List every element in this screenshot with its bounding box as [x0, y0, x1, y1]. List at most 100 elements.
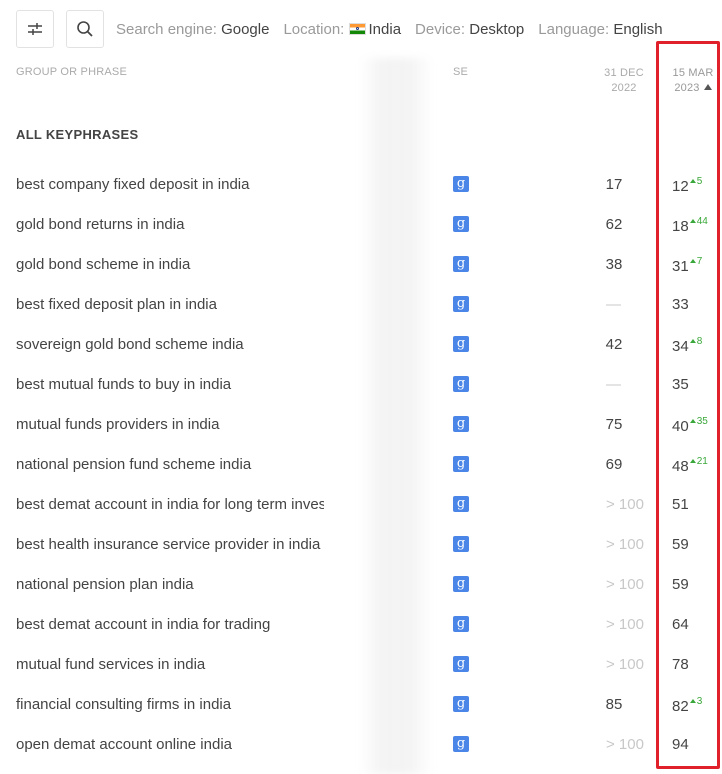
- google-g-icon: g: [453, 296, 469, 312]
- rank-date2: 94: [672, 736, 689, 753]
- device-value: Desktop: [469, 20, 525, 38]
- rank-date1: 85: [605, 696, 623, 713]
- language-filter[interactable]: Language: English: [538, 21, 662, 38]
- location-filter[interactable]: Location: India: [283, 21, 401, 38]
- rank-date2-cell: 59: [672, 536, 689, 553]
- keyphrase-text[interactable]: national pension fund scheme india: [16, 456, 324, 473]
- rank-date1: 62: [605, 216, 623, 233]
- rank-date2: 59: [672, 536, 689, 553]
- table-row[interactable]: gold bond returns in india g 62 18 44: [0, 204, 722, 244]
- date1-year: 2022: [611, 82, 637, 94]
- rank-date2-cell: 82 3: [672, 696, 702, 715]
- filters-button[interactable]: [16, 10, 54, 48]
- up-arrow-icon: [689, 699, 696, 703]
- rank-date2: 59: [672, 576, 689, 593]
- rank-change: 5: [689, 176, 703, 187]
- device-filter[interactable]: Device: Desktop: [415, 21, 524, 38]
- rank-date2-cell: 33: [672, 296, 689, 313]
- table-row[interactable]: gold bond scheme in india g 38 31 7: [0, 244, 722, 284]
- keyphrase-text[interactable]: best mutual funds to buy in india: [16, 376, 324, 393]
- up-arrow-icon: [689, 459, 696, 463]
- table-row[interactable]: best demat account in india for trading g…: [0, 604, 722, 644]
- column-header-date2[interactable]: 15 MAR 2023: [666, 66, 720, 96]
- keyphrase-text[interactable]: sovereign gold bond scheme india: [16, 336, 324, 353]
- keyphrase-text[interactable]: gold bond scheme in india: [16, 256, 324, 273]
- rank-date1: 69: [605, 456, 623, 473]
- table-row[interactable]: best health insurance service provider i…: [0, 524, 722, 564]
- google-g-icon: g: [453, 696, 469, 712]
- rank-change-value: 35: [696, 416, 708, 427]
- table-row[interactable]: financial consulting firms in india g 85 82…: [0, 684, 722, 724]
- search-engine-filter[interactable]: Search engine: Google: [116, 21, 269, 38]
- table-row[interactable]: best company fixed deposit in india g 17 12…: [0, 164, 722, 204]
- google-g-icon: g: [453, 656, 469, 672]
- rank-change-value: 5: [696, 176, 703, 187]
- india-flag-icon: [348, 22, 366, 35]
- keyphrase-text[interactable]: national pension plan india: [16, 576, 324, 593]
- keyphrase-text[interactable]: best demat account in india for long ter…: [16, 496, 324, 513]
- rank-change-value: 21: [696, 456, 708, 467]
- rank-date2-cell: 78: [672, 656, 689, 673]
- rank-date2-cell: 64: [672, 616, 689, 633]
- date1-day: 31 DEC: [604, 67, 644, 79]
- rank-change: 35: [689, 416, 708, 427]
- search-engine-label: Search engine:: [116, 20, 217, 38]
- rank-date2: 35: [672, 376, 689, 393]
- rank-date2: 48: [672, 458, 689, 475]
- google-g-icon: g: [453, 496, 469, 512]
- rank-date2-cell: 40 35: [672, 416, 708, 435]
- rank-date2-cell: 12 5: [672, 176, 702, 195]
- sliders-icon: [28, 23, 42, 35]
- rank-date1: > 100: [606, 616, 644, 633]
- group-label: ALL KEYPHRASES: [16, 127, 139, 142]
- keyphrase-text[interactable]: best health insurance service provider i…: [16, 536, 324, 553]
- table-row[interactable]: open demat account online india g > 100 94: [0, 724, 722, 764]
- rank-change-value: 44: [696, 216, 708, 227]
- table-row[interactable]: mutual funds providers in india g 75 40 35: [0, 404, 722, 444]
- rank-date2: 78: [672, 656, 689, 673]
- date2-year: 2023: [674, 82, 700, 94]
- keyphrase-text[interactable]: financial consulting firms in india: [16, 696, 324, 713]
- google-g-icon: g: [453, 336, 469, 352]
- rank-date1: > 100: [606, 576, 644, 593]
- column-header-group[interactable]: GROUP OR PHRASE: [16, 66, 127, 78]
- rank-date1: —: [606, 296, 621, 313]
- table-row[interactable]: sovereign gold bond scheme india g 42 34 8: [0, 324, 722, 364]
- device-label: Device:: [415, 20, 466, 38]
- location-value: India: [368, 20, 402, 38]
- keyphrase-text[interactable]: mutual fund services in india: [16, 656, 324, 673]
- keyphrase-text[interactable]: best demat account in india for trading: [16, 616, 324, 633]
- keyphrase-text[interactable]: mutual funds providers in india: [16, 416, 324, 433]
- table-row[interactable]: best demat account in india for long ter…: [0, 484, 722, 524]
- google-g-icon: g: [453, 536, 469, 552]
- rank-date2: 51: [672, 496, 689, 513]
- up-arrow-icon: [689, 259, 696, 263]
- column-header-date1[interactable]: 31 DEC 2022: [598, 66, 650, 96]
- google-g-icon: g: [453, 176, 469, 192]
- rank-date2: 40: [672, 418, 689, 435]
- table-row[interactable]: national pension plan india g > 100 59: [0, 564, 722, 604]
- table-row[interactable]: best mutual funds to buy in india g — 35: [0, 364, 722, 404]
- rank-date2-cell: 34 8: [672, 336, 702, 355]
- rank-date2: 12: [672, 178, 689, 195]
- keyphrase-text[interactable]: open demat account online india: [16, 736, 324, 753]
- toolbar: Search engine: Google Location: India De…: [16, 10, 677, 48]
- table-row[interactable]: national pension fund scheme india g 69 48 2…: [0, 444, 722, 484]
- table-row[interactable]: best fixed deposit plan in india g — 33: [0, 284, 722, 324]
- date2-day: 15 MAR: [672, 67, 714, 79]
- rank-date2: 31: [672, 258, 689, 275]
- table-row[interactable]: mutual fund services in india g > 100 78: [0, 644, 722, 684]
- rank-date2: 64: [672, 616, 689, 633]
- search-button[interactable]: [66, 10, 104, 48]
- column-header-se[interactable]: SE: [453, 66, 468, 78]
- up-arrow-icon: [689, 339, 696, 343]
- keyphrase-text[interactable]: best company fixed deposit in india: [16, 176, 324, 193]
- rank-date2-cell: 51: [672, 496, 689, 513]
- keyphrase-table-body: best company fixed deposit in india g 17 12…: [0, 164, 722, 764]
- keyphrase-text[interactable]: best fixed deposit plan in india: [16, 296, 324, 313]
- rank-date1: > 100: [606, 736, 644, 753]
- rank-date1: 75: [605, 416, 623, 433]
- rank-change: 3: [689, 696, 702, 707]
- keyphrase-text[interactable]: gold bond returns in india: [16, 216, 324, 233]
- rank-date1: —: [606, 376, 621, 393]
